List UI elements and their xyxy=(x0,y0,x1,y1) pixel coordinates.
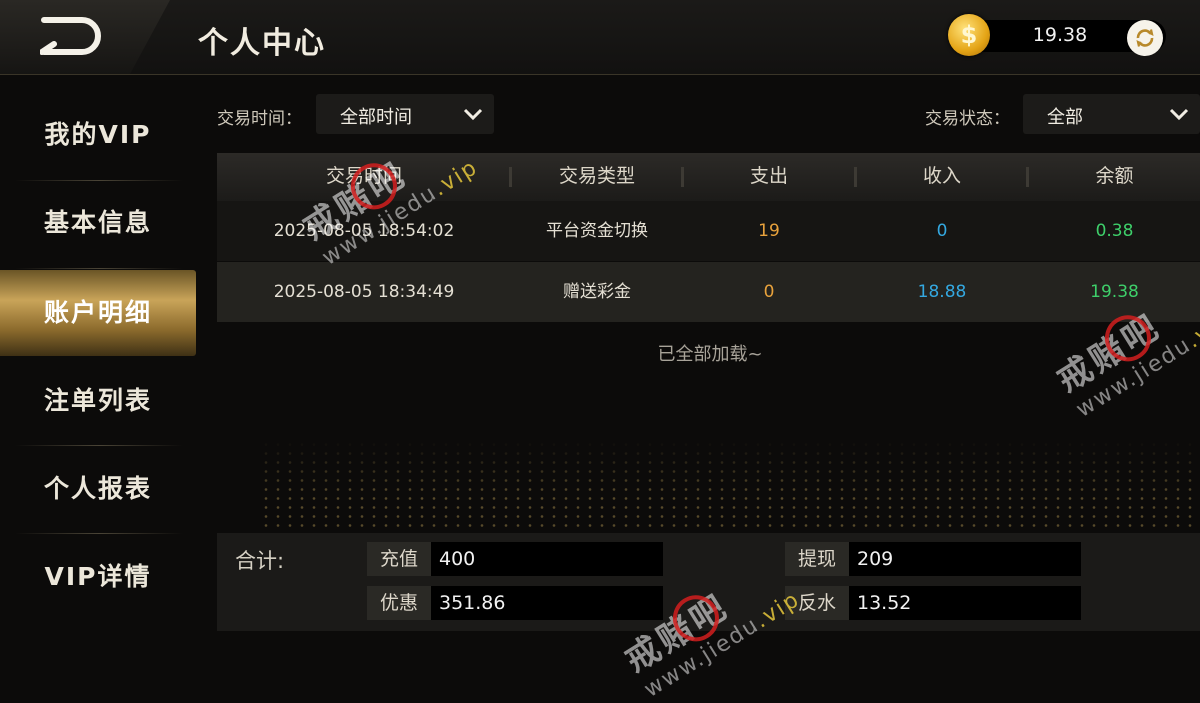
cell-in: 18.88 xyxy=(917,282,967,302)
sidebar-item-bet-list[interactable]: 注单列表 xyxy=(0,358,196,444)
chevron-down-icon xyxy=(1169,108,1189,121)
refresh-icon xyxy=(1136,29,1154,47)
sidebar: 我的VIP 基本信息 账户明细 注单列表 个人报表 VIP详情 xyxy=(0,92,196,646)
rebate-value: 13.52 xyxy=(849,586,1081,620)
cell-time: 2025-08-05 18:54:02 xyxy=(273,221,455,241)
column-header-type: 交易类型 xyxy=(558,165,635,187)
recharge-value: 400 xyxy=(431,542,663,576)
table-row[interactable]: 2025-08-05 18:34:49 赠送彩金 0 18.88 19.38 xyxy=(217,262,1200,322)
withdraw-label: 提现 xyxy=(785,542,849,576)
sidebar-item-vip-details[interactable]: VIP详情 xyxy=(0,534,196,620)
withdraw-value: 209 xyxy=(849,542,1081,576)
sidebar-item-label: 基本信息 xyxy=(43,208,152,237)
sidebar-item-label: 我的VIP xyxy=(44,120,152,149)
sidebar-divider xyxy=(15,268,183,269)
status-filter-label: 交易状态： xyxy=(925,109,1010,129)
sidebar-item-account-details[interactable]: 账户明细 xyxy=(0,270,196,356)
sidebar-item-label: 账户明细 xyxy=(43,298,152,327)
time-filter-label: 交易时间： xyxy=(217,109,302,129)
recharge-label: 充值 xyxy=(367,542,431,576)
rebate-label: 反水 xyxy=(785,586,849,620)
time-filter-select[interactable]: 全部时间 xyxy=(316,94,494,134)
back-arrow-icon xyxy=(40,17,101,55)
chevron-down-icon xyxy=(463,108,483,121)
sidebar-item-label: 个人报表 xyxy=(43,474,152,503)
back-button[interactable] xyxy=(0,0,170,74)
table-header: 交易时间 交易类型 支出 收入 余额 xyxy=(217,153,1200,201)
cell-out: 0 xyxy=(763,282,775,302)
summary-label: 合计: xyxy=(235,549,285,573)
discount-value: 351.86 xyxy=(431,586,663,620)
cell-time: 2025-08-05 18:34:49 xyxy=(273,282,455,302)
sidebar-item-basic-info[interactable]: 基本信息 xyxy=(0,180,196,266)
sidebar-item-label: 注单列表 xyxy=(43,386,152,415)
column-header-time: 交易时间 xyxy=(325,165,402,187)
coin-icon: $ xyxy=(948,14,990,56)
column-header-out: 支出 xyxy=(749,165,788,187)
column-header-balance: 余额 xyxy=(1095,165,1134,187)
column-header-in: 收入 xyxy=(922,165,961,187)
summary-panel: 合计: 充值 400 提现 209 优惠 351.86 反水 13.52 xyxy=(217,533,1200,631)
status-filter-value: 全部 xyxy=(1047,107,1083,128)
cell-balance: 0.38 xyxy=(1095,221,1134,241)
cell-type: 赠送彩金 xyxy=(563,282,631,302)
sidebar-item-personal-report[interactable]: 个人报表 xyxy=(0,446,196,532)
table-row[interactable]: 2025-08-05 18:54:02 平台资金切换 19 0 0.38 xyxy=(217,201,1200,261)
cell-out: 19 xyxy=(758,221,780,241)
discount-label: 优惠 xyxy=(367,586,431,620)
decorative-dot-pattern xyxy=(260,440,1200,530)
refresh-button[interactable] xyxy=(1127,20,1163,56)
balance-value: 19.38 xyxy=(1032,24,1088,46)
sidebar-item-label: VIP详情 xyxy=(44,562,152,591)
time-filter-value: 全部时间 xyxy=(340,107,412,128)
status-filter-select[interactable]: 全部 xyxy=(1023,94,1200,134)
sidebar-item-my-vip[interactable]: 我的VIP xyxy=(0,92,196,178)
watermark-url: www.jiedu.vip xyxy=(1071,306,1200,423)
cell-in: 0 xyxy=(936,221,948,241)
page-title: 个人中心 xyxy=(198,26,326,61)
cell-balance: 19.38 xyxy=(1090,282,1139,302)
all-loaded-text: 已全部加载~ xyxy=(657,344,763,365)
cell-type: 平台资金切换 xyxy=(546,221,648,241)
header-bar: 个人中心 $ 19.38 xyxy=(0,0,1200,75)
